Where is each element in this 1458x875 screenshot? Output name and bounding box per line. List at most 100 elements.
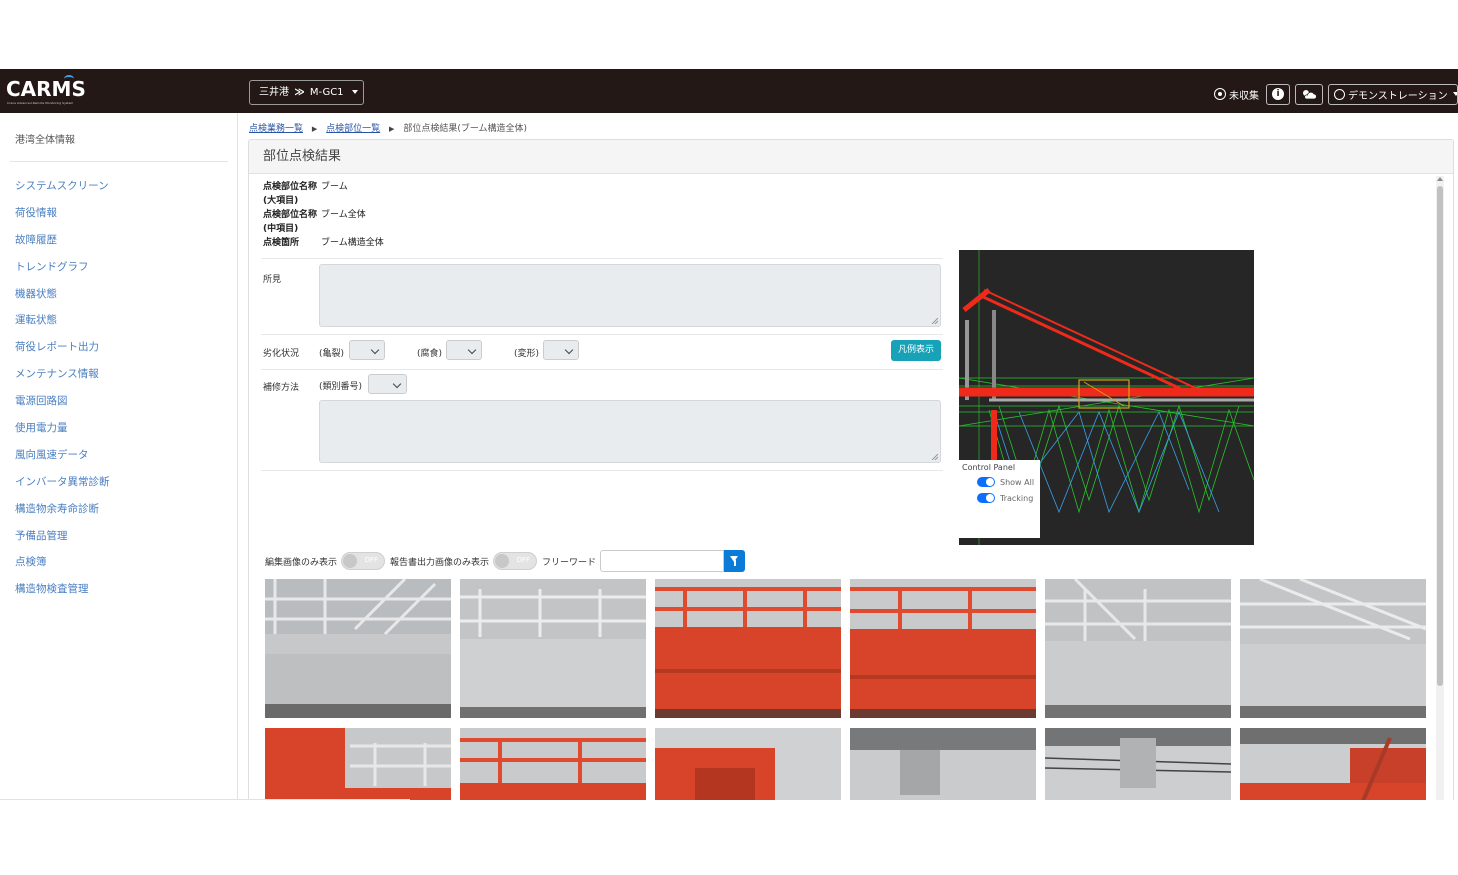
freeword-input[interactable] xyxy=(600,550,725,572)
photo-gray-boom xyxy=(1045,579,1231,718)
report-only-label: 報告書出力画像のみ表示 xyxy=(390,557,490,568)
photo-red-structure xyxy=(265,728,451,800)
double-chevron-icon: ≫ xyxy=(294,87,305,98)
divider xyxy=(261,334,943,335)
photo-gray-rail xyxy=(460,579,646,718)
uncollected-status[interactable]: 未収集 xyxy=(1214,87,1259,102)
sidebar-item-power-circuit[interactable]: 電源回路図 xyxy=(15,394,110,421)
sidebar-item-system-screen[interactable]: システムスクリーン xyxy=(15,179,110,206)
degradation-label: 劣化状況 xyxy=(263,349,300,359)
carms-logo[interactable]: CARMS Crane Advanced Remote Monitoring S… xyxy=(6,75,86,107)
breadcrumb-current: 部位点検結果(ブーム構造全体) xyxy=(403,124,528,134)
inspection-photo[interactable] xyxy=(1240,728,1426,800)
weather-button[interactable] xyxy=(1295,83,1323,105)
divider xyxy=(261,258,943,259)
freeword-label: フリーワード xyxy=(542,557,597,568)
sidebar-item-port-overview[interactable]: 港湾全体情報 xyxy=(15,131,75,146)
scroll-up-icon[interactable] xyxy=(1437,177,1443,181)
sidebar-item-operation-status[interactable]: 運転状態 xyxy=(15,313,110,340)
logo-text: CARMS xyxy=(6,77,86,101)
inspection-photo[interactable] xyxy=(460,579,646,718)
inspection-photo[interactable] xyxy=(460,728,646,800)
corrosion-select[interactable] xyxy=(446,340,482,360)
inspection-photo[interactable] xyxy=(655,728,841,800)
inspection-photo[interactable] xyxy=(1045,728,1231,800)
top-navbar: CARMS Crane Advanced Remote Monitoring S… xyxy=(0,69,1458,113)
mid-item-key: 点検部位名称 xyxy=(263,210,318,220)
photo-red-girder xyxy=(460,728,646,800)
inspection-photo[interactable] xyxy=(265,728,451,800)
inspection-photo[interactable] xyxy=(850,579,1036,718)
report-only-toggle[interactable]: OFF xyxy=(493,552,538,570)
radio-circle-icon xyxy=(1214,88,1226,100)
sidebar-item-structure-life[interactable]: 構造物余寿命診断 xyxy=(15,502,110,529)
sidebar-item-inverter-diagnosis[interactable]: インバータ異常診断 xyxy=(15,475,110,502)
caret-down-icon xyxy=(1452,92,1457,96)
scrollbar-thumb[interactable] xyxy=(1437,186,1443,686)
filter-icon[interactable] xyxy=(724,550,746,572)
sidebar-item-cargo-info[interactable]: 荷役情報 xyxy=(15,206,110,233)
show-all-toggle[interactable] xyxy=(977,477,995,487)
sidebar-item-cargo-report[interactable]: 荷役レポート出力 xyxy=(15,340,110,367)
vertical-scrollbar[interactable] xyxy=(1436,176,1444,800)
user-menu-button[interactable]: デモンストレーション xyxy=(1328,83,1458,105)
control-panel-title: Control Panel xyxy=(962,463,1016,472)
inspection-photo[interactable] xyxy=(850,728,1036,800)
inspection-photo[interactable] xyxy=(1240,579,1426,718)
inspection-photo[interactable] xyxy=(265,579,451,718)
sidebar-item-wind-data[interactable]: 風向風速データ xyxy=(15,448,110,475)
repair-category-select[interactable] xyxy=(368,374,407,394)
breadcrumb: 点検業務一覧 ▶ 点検部位一覧 ▶ 部位点検結果(ブーム構造全体) xyxy=(249,121,527,134)
photo-gray-underside xyxy=(1045,728,1231,800)
sidebar-item-spare-parts[interactable]: 予備品管理 xyxy=(15,529,110,556)
sidebar-item-structure-inspection[interactable]: 構造物検査管理 xyxy=(15,582,110,609)
topbar-right-tools: 未収集 i デモンストレーション xyxy=(1214,83,1458,105)
photo-gray-boom xyxy=(1240,579,1426,718)
crack-select[interactable] xyxy=(349,340,385,360)
caret-down-icon xyxy=(351,90,358,94)
findings-textarea[interactable] xyxy=(319,264,941,327)
inspection-info: 点検部位名称 ブーム (大項目) 点検部位名称 ブーム全体 (中項目) 点検箇所 ブー… xyxy=(263,180,384,250)
repair-method-label: 補修方法 xyxy=(263,383,300,393)
breadcrumb-arrow-icon: ▶ xyxy=(311,125,318,133)
breadcrumb-link-inspection-list[interactable]: 点検業務一覧 xyxy=(249,124,303,134)
repair-textarea[interactable] xyxy=(319,400,941,463)
page-title: 部位点検結果 xyxy=(249,140,1453,174)
info-icon: i xyxy=(1272,88,1284,100)
info-button[interactable]: i xyxy=(1266,83,1290,105)
port-crane-dropdown[interactable]: 三井港 ≫ M-GC1 xyxy=(249,80,364,105)
toggle-knob xyxy=(495,554,510,568)
legend-button[interactable]: 凡例表示 xyxy=(891,340,941,361)
page-bottom-blank xyxy=(0,800,1458,875)
photo-gray-underside xyxy=(850,728,1036,800)
sidebar-item-trend-graph[interactable]: トレンドグラフ xyxy=(15,260,110,287)
sidebar-item-power-usage[interactable]: 使用電力量 xyxy=(15,421,110,448)
place-key: 点検箇所 xyxy=(263,238,300,248)
inspection-photo[interactable] xyxy=(1045,579,1231,718)
tracking-toggle[interactable] xyxy=(977,493,995,503)
divider xyxy=(261,369,943,370)
inspection-result-card: 部位点検結果 点検部位名称 ブーム (大項目) 点検部位名称 ブーム全体 (中項目)… xyxy=(248,139,1454,800)
crane-3d-viewer[interactable]: Control Panel Show All Tracking xyxy=(959,250,1254,545)
sidebar-item-maintenance[interactable]: メンテナンス情報 xyxy=(15,367,110,394)
logo-subtitle: Crane Advanced Remote Monitoring System xyxy=(7,101,74,105)
inspection-photo[interactable] xyxy=(655,579,841,718)
deformation-label: (変形) xyxy=(514,349,540,359)
sidebar-item-equipment-status[interactable]: 機器状態 xyxy=(15,287,110,314)
tracking-toggle-row[interactable]: Tracking xyxy=(977,493,1033,503)
sidebar-item-fault-history[interactable]: 故障履歴 xyxy=(15,233,110,260)
breadcrumb-arrow-icon: ▶ xyxy=(389,125,395,133)
breadcrumb-link-part-list[interactable]: 点検部位一覧 xyxy=(326,124,380,134)
sidebar-item-inspection-book[interactable]: 点検簿 xyxy=(15,555,110,582)
toggle-off-text: OFF xyxy=(516,556,531,564)
sidebar: 港湾全体情報 システムスクリーン 荷役情報 故障履歴 トレンドグラフ 機器状態 … xyxy=(0,113,238,800)
crack-label: (亀裂) xyxy=(319,349,345,359)
major-item-key: 点検部位名称 xyxy=(263,182,318,192)
show-all-toggle-row[interactable]: Show All xyxy=(977,477,1034,487)
toggle-knob xyxy=(343,554,358,568)
deformation-select[interactable] xyxy=(543,340,579,360)
sidebar-divider xyxy=(10,161,228,162)
photo-red-girder xyxy=(655,579,841,718)
port-name: 三井港 xyxy=(259,87,289,98)
edited-only-toggle[interactable]: OFF xyxy=(341,552,386,570)
